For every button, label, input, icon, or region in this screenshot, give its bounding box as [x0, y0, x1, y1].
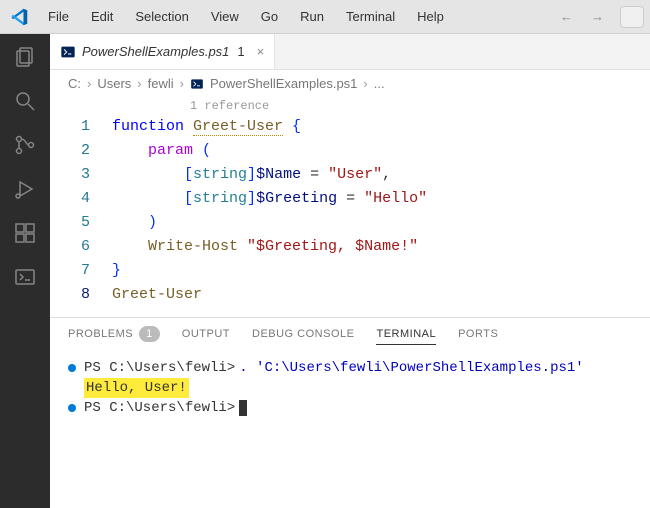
codelens-references[interactable]: 1 reference	[50, 97, 650, 115]
tab-dirty-indicator: 1	[237, 44, 244, 59]
line-number: 6	[50, 235, 112, 259]
code-line[interactable]: 3 [string]$Name = "User",	[50, 163, 650, 187]
breadcrumb-part[interactable]: Users	[97, 76, 131, 91]
line-number: 5	[50, 211, 112, 235]
breadcrumb-part[interactable]: ...	[374, 76, 385, 91]
code-content[interactable]: [string]$Name = "User",	[112, 163, 391, 187]
nav-back-icon[interactable]: ←	[552, 5, 581, 28]
line-number: 2	[50, 139, 112, 163]
panel-tab-output[interactable]: OUTPUT	[182, 328, 230, 340]
code-content[interactable]: param (	[112, 139, 211, 163]
terminal-line: PS C:\Users\fewli> . 'C:\Users\fewli\Pow…	[68, 358, 632, 378]
code-line[interactable]: 7}	[50, 259, 650, 283]
explorer-icon[interactable]	[12, 44, 38, 70]
panel-tab-debug-console[interactable]: DEBUG CONSOLE	[252, 328, 354, 340]
breadcrumbs[interactable]: C:› Users› fewli› PowerShellExamples.ps1…	[50, 70, 650, 97]
code-line[interactable]: 1function Greet-User {	[50, 115, 650, 139]
line-number: 8	[50, 283, 112, 307]
problems-count-badge: 1	[139, 326, 160, 342]
prompt-bullet-icon	[68, 404, 76, 412]
powershell-file-icon	[190, 77, 204, 91]
terminal-prompt: PS C:\Users\fewli>	[84, 398, 235, 418]
panel-tab-label: PROBLEMS	[68, 328, 133, 340]
code-content[interactable]: )	[112, 211, 157, 235]
line-number: 1	[50, 115, 112, 139]
line-number: 7	[50, 259, 112, 283]
editor-tab[interactable]: PowerShellExamples.ps1 1 ×	[50, 34, 275, 69]
source-control-icon[interactable]	[12, 132, 38, 158]
panel-tabs: PROBLEMS 1 OUTPUT DEBUG CONSOLE TERMINAL…	[50, 318, 650, 350]
terminal-prompt: PS C:\Users\fewli>	[84, 358, 235, 378]
menu-terminal[interactable]: Terminal	[336, 5, 405, 28]
terminal-command: . 'C:\Users\fewli\PowerShellExamples.ps1…	[239, 358, 583, 378]
code-content[interactable]: }	[112, 259, 121, 283]
menu-file[interactable]: File	[38, 5, 79, 28]
line-number: 3	[50, 163, 112, 187]
menu-selection[interactable]: Selection	[125, 5, 198, 28]
extensions-icon[interactable]	[12, 220, 38, 246]
bottom-panel: PROBLEMS 1 OUTPUT DEBUG CONSOLE TERMINAL…	[50, 317, 650, 467]
code-line[interactable]: 6 Write-Host "$Greeting, $Name!"	[50, 235, 650, 259]
code-content[interactable]: [string]$Greeting = "Hello"	[112, 187, 427, 211]
powershell-file-icon	[60, 44, 76, 60]
terminal-line: Hello, User!	[68, 378, 632, 398]
breadcrumb-part[interactable]: PowerShellExamples.ps1	[210, 76, 357, 91]
code-content[interactable]: Write-Host "$Greeting, $Name!"	[112, 235, 418, 259]
menu-view[interactable]: View	[201, 5, 249, 28]
code-line[interactable]: 8Greet-User	[50, 283, 650, 307]
code-line[interactable]: 4 [string]$Greeting = "Hello"	[50, 187, 650, 211]
panel-tab-problems[interactable]: PROBLEMS 1	[68, 326, 160, 342]
powershell-ext-icon[interactable]	[12, 264, 38, 290]
panel-tab-terminal[interactable]: TERMINAL	[376, 328, 436, 345]
code-editor[interactable]: 1 reference 1function Greet-User {2 para…	[50, 97, 650, 317]
activity-bar	[0, 34, 50, 508]
tab-filename: PowerShellExamples.ps1	[82, 44, 229, 59]
terminal-line: PS C:\Users\fewli>	[68, 398, 632, 418]
nav-forward-icon[interactable]: →	[583, 5, 612, 28]
menu-edit[interactable]: Edit	[81, 5, 123, 28]
menu-run[interactable]: Run	[290, 5, 334, 28]
prompt-bullet-icon	[68, 364, 76, 372]
layout-button[interactable]	[620, 6, 644, 28]
code-content[interactable]: Greet-User	[112, 283, 202, 307]
terminal-output: Hello, User!	[84, 378, 189, 398]
run-debug-icon[interactable]	[12, 176, 38, 202]
terminal[interactable]: PS C:\Users\fewli> . 'C:\Users\fewli\Pow…	[50, 350, 650, 467]
editor-tabs: PowerShellExamples.ps1 1 ×	[50, 34, 650, 70]
editor-area: PowerShellExamples.ps1 1 × C:› Users› fe…	[50, 34, 650, 508]
breadcrumb-part[interactable]: C:	[68, 76, 81, 91]
code-line[interactable]: 5 )	[50, 211, 650, 235]
menu-go[interactable]: Go	[251, 5, 288, 28]
terminal-cursor	[239, 400, 247, 416]
breadcrumb-part[interactable]: fewli	[148, 76, 174, 91]
search-icon[interactable]	[12, 88, 38, 114]
vscode-logo-icon	[10, 8, 28, 26]
tab-close-icon[interactable]: ×	[257, 44, 265, 59]
titlebar: File Edit Selection View Go Run Terminal…	[0, 0, 650, 34]
menu-help[interactable]: Help	[407, 5, 454, 28]
panel-tab-ports[interactable]: PORTS	[458, 328, 498, 340]
code-content[interactable]: function Greet-User {	[112, 115, 301, 139]
code-line[interactable]: 2 param (	[50, 139, 650, 163]
line-number: 4	[50, 187, 112, 211]
